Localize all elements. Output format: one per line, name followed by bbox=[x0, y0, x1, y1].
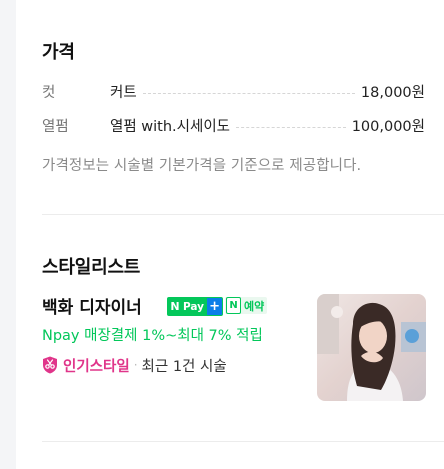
stylist-section-title: 스타일리스트 bbox=[42, 257, 141, 278]
recent-treatment-count: 최근 1건 시술 bbox=[141, 358, 227, 375]
price-row-perm[interactable]: 열펌 열펌 with.시세이도 100,000원 bbox=[42, 114, 425, 136]
price-item-value: 100,000원 bbox=[351, 118, 425, 135]
dotted-leader bbox=[236, 126, 346, 128]
price-category: 열펌 bbox=[42, 118, 69, 135]
dotted-leader bbox=[142, 92, 355, 94]
scissors-badge-icon bbox=[43, 356, 57, 374]
price-row-cut[interactable]: 컷 커트 18,000원 bbox=[42, 80, 425, 102]
npay-plus-badge: N Pay + bbox=[167, 297, 224, 316]
price-item-name: 열펌 with.시세이도 bbox=[110, 118, 231, 135]
price-info-note: 가격정보는 시술별 기본가격을 기준으로 제공합니다. bbox=[42, 158, 362, 174]
stylist-profile-photo[interactable] bbox=[317, 294, 426, 401]
price-item-value: 18,000원 bbox=[360, 84, 425, 101]
popular-style-label: 인기스타일 bbox=[63, 358, 130, 375]
naver-n-icon: N bbox=[168, 298, 182, 315]
npay-label: Pay bbox=[182, 298, 208, 315]
shop-detail-card: 가격 컷 커트 18,000원 열펌 열펌 with.시세이도 100,000원… bbox=[16, 0, 444, 469]
popular-style-row[interactable]: 인기스타일 · 최근 1건 시술 bbox=[42, 355, 227, 375]
stylist-photo-image bbox=[317, 294, 426, 401]
section-divider bbox=[42, 214, 444, 215]
price-item-name: 커트 bbox=[110, 84, 137, 101]
reservation-badge: N 예약 bbox=[225, 297, 268, 314]
separator-dot: · bbox=[133, 358, 138, 372]
plus-icon: + bbox=[207, 298, 223, 315]
price-category: 컷 bbox=[42, 84, 56, 101]
stylist-name[interactable]: 백화 디자이너 bbox=[42, 293, 142, 318]
npay-benefit-text: Npay 매장결제 1%~최대 7% 적립 bbox=[42, 328, 263, 344]
reservation-label: 예약 bbox=[244, 299, 265, 313]
section-divider bbox=[42, 441, 444, 442]
price-section-title: 가격 bbox=[42, 42, 75, 63]
naver-n-icon: N bbox=[226, 297, 241, 314]
